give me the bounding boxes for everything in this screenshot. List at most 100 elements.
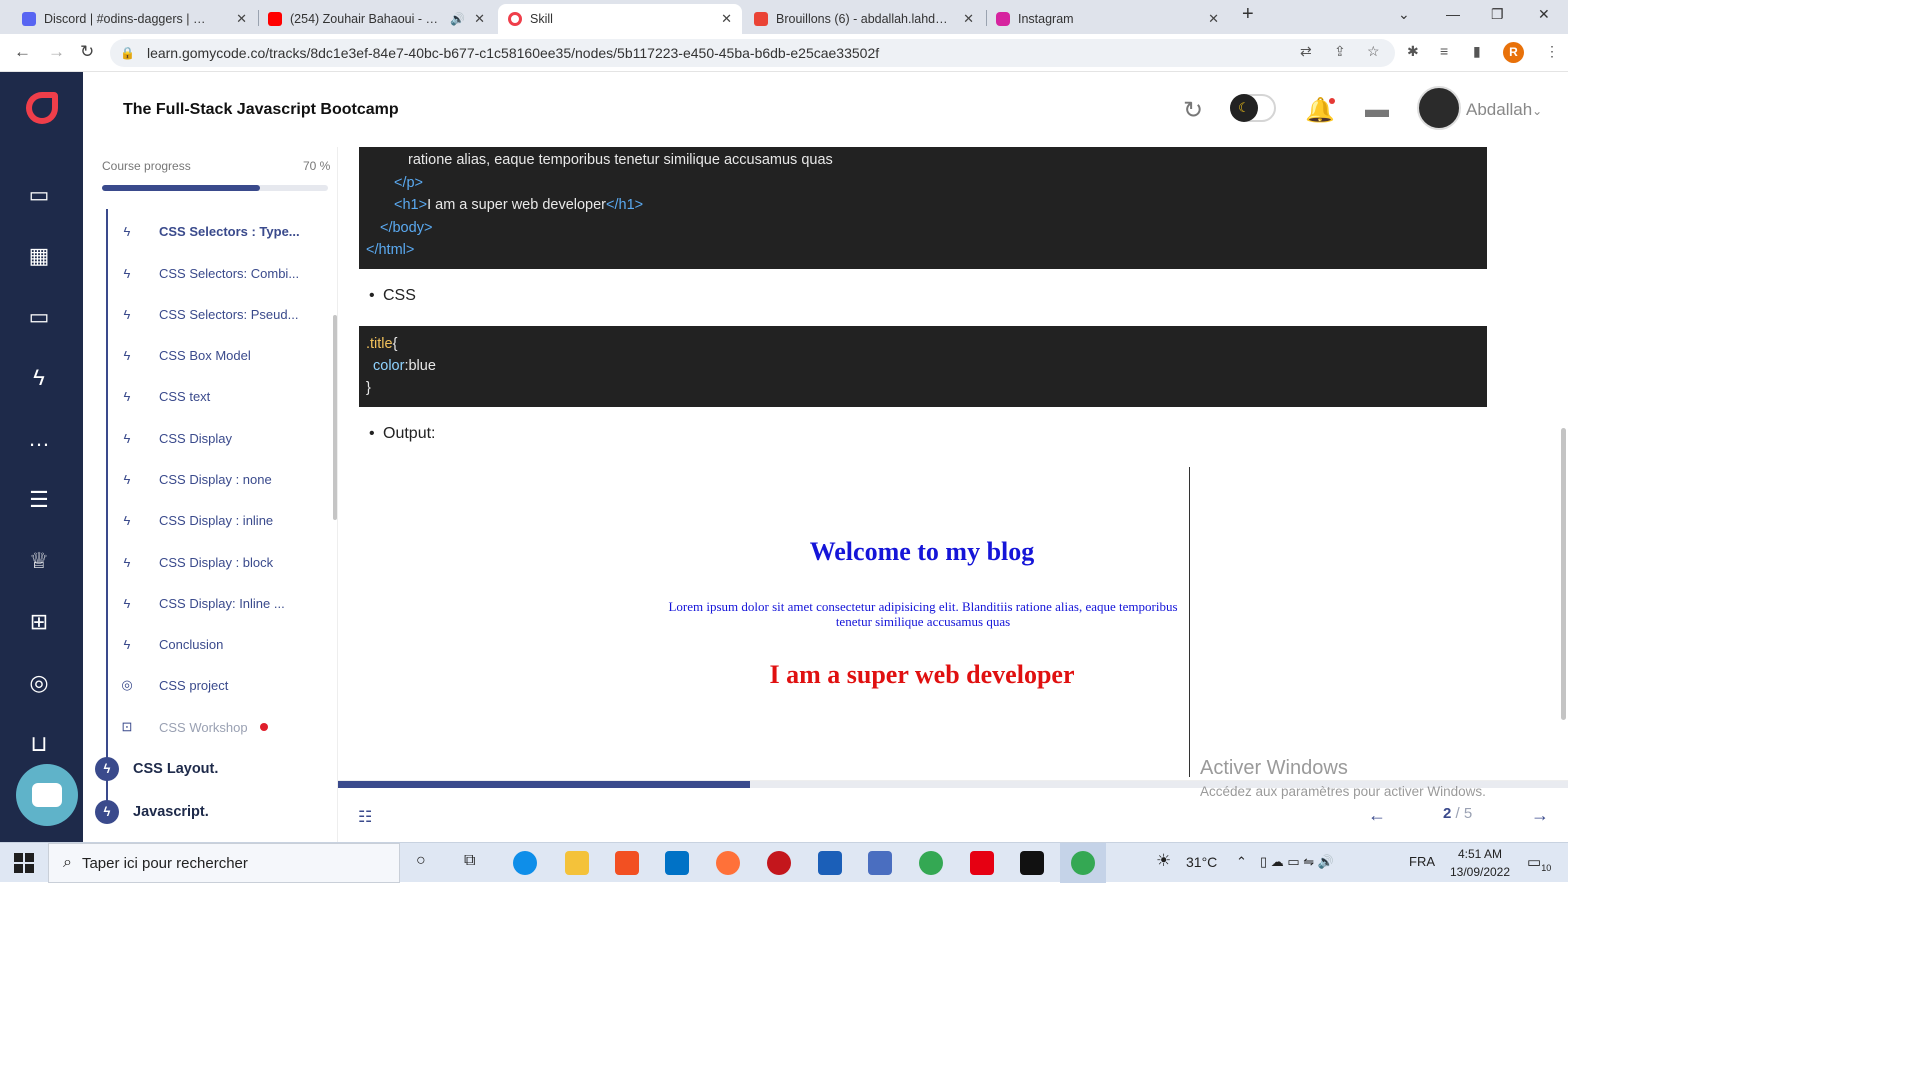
dashboard-icon[interactable]: ▭ <box>24 180 54 210</box>
sidebar-item-label: CSS Box Model <box>159 347 251 363</box>
minimize-icon[interactable]: — <box>1446 6 1460 22</box>
share-icon[interactable]: ⇪ <box>1334 43 1346 60</box>
reload-icon[interactable]: ↻ <box>80 42 94 62</box>
discord-icon <box>22 12 36 26</box>
side-panel-icon[interactable]: ▮ <box>1473 43 1481 60</box>
restore-icon[interactable]: ❐ <box>1491 6 1504 23</box>
sidebar-item-css-display-none[interactable]: ϟ CSS Display : none <box>119 464 329 494</box>
dark-mode-toggle[interactable]: ☾ <box>1230 94 1276 122</box>
forward-icon[interactable]: → <box>48 42 65 62</box>
store-icon[interactable] <box>615 851 639 875</box>
epic-games-icon[interactable] <box>1020 851 1044 875</box>
laptop-icon[interactable]: ▭ <box>24 302 54 332</box>
section-javascript[interactable]: ϟ Javascript. <box>95 800 209 824</box>
close-icon[interactable]: ✕ <box>1208 11 1219 27</box>
url-field[interactable]: 🔒 learn.gomycode.co/tracks/8dc1e3ef-84e7… <box>110 39 1395 67</box>
edge-icon[interactable] <box>513 851 537 875</box>
sidebar-item-css-box-model[interactable]: ϟ CSS Box Model <box>119 340 329 370</box>
sidebar-item-css-selectors-pseud[interactable]: ϟ CSS Selectors: Pseud... <box>119 299 329 329</box>
previous-arrow-icon[interactable]: ← <box>1368 805 1386 826</box>
notification-center-icon[interactable]: ▭10 <box>1527 853 1551 873</box>
output-paragraph: Lorem ipsum dolor sit amet consectetur a… <box>668 599 1178 629</box>
message-icon[interactable]: ▬ <box>1365 96 1389 124</box>
red-app-icon[interactable] <box>970 851 994 875</box>
bolt-icon: ϟ <box>123 306 131 322</box>
chat-icon[interactable]: … <box>24 424 54 454</box>
bolt-icon[interactable]: ϟ <box>24 363 54 393</box>
sidebar-item-css-workshop[interactable]: ⊡ CSS Workshop <box>119 712 329 742</box>
outline-list-icon[interactable]: ☷ <box>358 807 372 827</box>
app-nav-rail: ▭ ▦ ▭ ϟ … ☰ ♕ ⊞ ◎ ⊔ <box>0 72 83 842</box>
content-scrollbar[interactable] <box>1561 428 1566 720</box>
chrome-profile-icon[interactable] <box>1071 851 1095 875</box>
extensions-icon[interactable]: ✱ <box>1407 43 1419 60</box>
page-indicator: 2 / 5 <box>1443 805 1473 822</box>
speaker-icon[interactable]: 🔊 <box>450 12 465 26</box>
clock[interactable]: 4:51 AM 13/09/2022 <box>1440 845 1520 881</box>
html-code-block: ratione alias, eaque temporibus tenetur … <box>359 147 1487 269</box>
sidebar-item-css-display-block[interactable]: ϟ CSS Display : block <box>119 547 329 577</box>
sidebar-item-css-selectors-type[interactable]: ϟ CSS Selectors : Type... <box>119 216 329 246</box>
cart-icon[interactable]: ⊔ <box>24 729 54 759</box>
lesson-content: ratione alias, eaque temporibus tenetur … <box>338 147 1568 780</box>
task-view-icon[interactable]: ⧉ <box>464 852 475 870</box>
chrome-icon[interactable] <box>919 851 943 875</box>
taskbar-search-input[interactable]: ⌕ Taper ici pour rechercher <box>48 843 400 883</box>
hierarchy-icon[interactable]: ⊞ <box>24 607 54 637</box>
sidebar-item-conclusion[interactable]: ϟ Conclusion <box>119 629 329 659</box>
avatar[interactable] <box>1417 86 1461 130</box>
gomycode-logo[interactable] <box>26 92 58 124</box>
tray-chevron-icon[interactable]: ⌃ <box>1236 854 1247 870</box>
security-icon[interactable] <box>818 851 842 875</box>
mail-icon[interactable] <box>665 851 689 875</box>
tab-youtube[interactable]: (254) Zouhair Bahaoui - Hast 🔊 ✕ <box>258 4 495 34</box>
close-window-icon[interactable]: ✕ <box>1538 6 1550 23</box>
close-icon[interactable]: ✕ <box>721 11 732 27</box>
sidebar-item-css-text[interactable]: ϟ CSS text <box>119 381 329 411</box>
media-control-icon[interactable]: ≡ <box>1440 43 1448 59</box>
globe-icon[interactable]: ◎ <box>24 668 54 698</box>
section-css-layout[interactable]: ϟ CSS Layout. <box>95 757 218 781</box>
game-app-icon[interactable] <box>767 851 791 875</box>
close-icon[interactable]: ✕ <box>963 11 974 27</box>
tab-instagram[interactable]: Instagram ✕ <box>986 4 1229 34</box>
chevron-down-icon[interactable]: ⌄ <box>1532 104 1542 118</box>
tab-skill[interactable]: Skill ✕ <box>498 4 742 34</box>
sidebar-item-css-display-inline[interactable]: ϟ CSS Display : inline <box>119 505 329 535</box>
sidebar-item-css-display[interactable]: ϟ CSS Display <box>119 423 329 453</box>
next-arrow-icon[interactable]: → <box>1531 805 1549 826</box>
windows-start-icon[interactable] <box>14 853 34 873</box>
temperature[interactable]: 31°C <box>1186 854 1217 870</box>
document-icon[interactable]: ☰ <box>24 485 54 515</box>
sync-icon[interactable]: ↻ <box>1183 96 1203 125</box>
cortana-icon[interactable]: ○ <box>416 852 426 870</box>
browser-menu-icon[interactable]: ⋮ <box>1545 43 1559 60</box>
remote-app-icon[interactable] <box>868 851 892 875</box>
calendar-icon[interactable]: ▦ <box>24 241 54 271</box>
sidebar-scrollbar[interactable] <box>333 315 337 520</box>
firefox-icon[interactable] <box>716 851 740 875</box>
bookmark-star-icon[interactable]: ☆ <box>1367 43 1380 60</box>
tab-gmail[interactable]: Brouillons (6) - abdallah.lahdheri ✕ <box>744 4 984 34</box>
new-tab-icon[interactable]: + <box>1242 3 1254 26</box>
tray-app-icons[interactable]: ▯ ☁ ▭ ⇋ 🔊 <box>1260 854 1334 870</box>
file-explorer-icon[interactable] <box>565 851 589 875</box>
date: 13/09/2022 <box>1449 865 1511 879</box>
user-name[interactable]: Abdallah⌄ <box>1466 100 1542 120</box>
windows-taskbar: ⌕ Taper ici pour rechercher ○ ⧉ ☀ 31°C ⌃… <box>0 842 1568 883</box>
back-icon[interactable]: ← <box>14 42 31 62</box>
workshop-icon: ⊡ <box>121 719 133 734</box>
sidebar-item-css-selectors-combi[interactable]: ϟ CSS Selectors: Combi... <box>119 258 329 288</box>
sidebar-item-css-project[interactable]: ◎ CSS project <box>119 670 329 700</box>
chevron-down-icon[interactable]: ⌄ <box>1398 6 1410 23</box>
tab-discord[interactable]: Discord | #odins-daggers | GMC ✕ <box>12 4 257 34</box>
translate-icon[interactable]: ⇄ <box>1300 43 1312 60</box>
language-indicator[interactable]: FRA <box>1409 854 1435 869</box>
weather-icon[interactable]: ☀ <box>1156 851 1171 871</box>
profile-avatar[interactable]: R <box>1503 42 1524 63</box>
sidebar-item-css-display-inline-block[interactable]: ϟ CSS Display: Inline ... <box>119 588 329 618</box>
support-chat-button[interactable] <box>16 764 78 826</box>
trophy-icon[interactable]: ♕ <box>24 546 54 576</box>
close-icon[interactable]: ✕ <box>236 11 247 27</box>
close-icon[interactable]: ✕ <box>474 11 485 27</box>
